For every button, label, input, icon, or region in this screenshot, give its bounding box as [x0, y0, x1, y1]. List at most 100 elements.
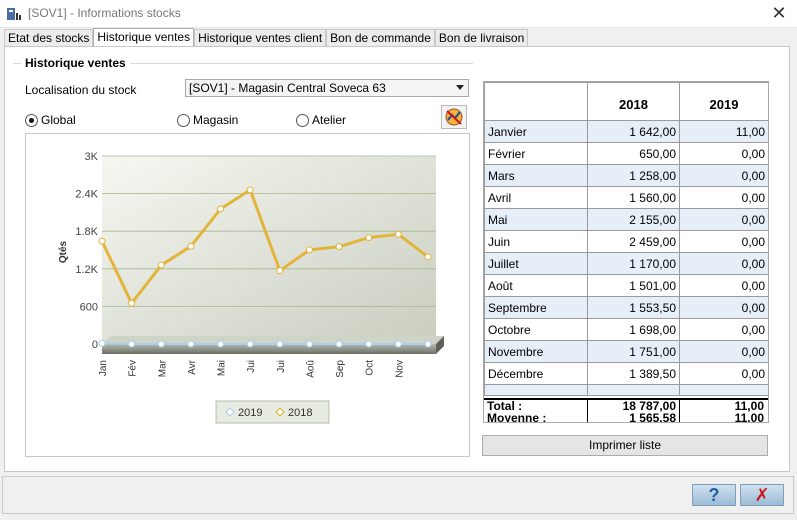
- cell-2018: 1 501,00: [587, 274, 680, 297]
- location-select[interactable]: [SOV1] - Magasin Central Soveca 63: [185, 79, 469, 97]
- cell-2018: 1 751,00: [587, 340, 680, 363]
- cell-month: Juillet: [484, 252, 588, 275]
- average-2018: 1 565,58: [629, 411, 676, 423]
- table-row[interactable]: Octobre 1 698,00 0,00: [484, 318, 768, 341]
- table-header-month: [484, 82, 588, 121]
- x-tick-label: Jui: [246, 360, 257, 373]
- y-tick-label: 0: [92, 339, 98, 351]
- average-label: Moyenne :: [487, 411, 547, 423]
- plot-floor: [102, 344, 436, 354]
- tab-bon-commande[interactable]: Bon de commande: [326, 29, 435, 46]
- cell-2019: 0,00: [679, 164, 768, 187]
- table-row[interactable]: Janvier 1 642,00 11,00: [484, 120, 768, 143]
- bottom-bar: [2, 476, 794, 514]
- cell-2018: 2 459,00: [587, 230, 680, 253]
- cell-month: Mai: [484, 208, 588, 231]
- cell-2018: 650,00: [587, 142, 680, 165]
- radio-magasin[interactable]: Magasin: [177, 113, 238, 127]
- print-list-button[interactable]: Imprimer liste: [482, 435, 768, 456]
- cell-month: Avril: [484, 186, 588, 209]
- table-row[interactable]: Septembre 1 553,50 0,00: [484, 296, 768, 319]
- radio-global[interactable]: Global: [25, 113, 76, 127]
- table-row-blank: [484, 384, 768, 396]
- series-2018-point: [157, 261, 165, 269]
- table-row[interactable]: Novembre 1 751,00 0,00: [484, 340, 768, 363]
- cell-month: Juin: [484, 230, 588, 253]
- series-2019-line: [101, 342, 428, 345]
- table-header-2019: 2019: [679, 82, 768, 121]
- table-row[interactable]: Février 650,00 0,00: [484, 142, 768, 165]
- x-tick-label: Avr: [187, 359, 198, 374]
- series-2018-point: [335, 243, 343, 251]
- tab-historique-ventes-client[interactable]: Historique ventes client: [194, 29, 327, 46]
- x-tick-label: Oct: [365, 360, 376, 376]
- sales-line-chart: 0 600 1.2K 1.8K 2.4K 3K Jan Fév Mar Avr Mai Jui Jui…: [58, 151, 444, 424]
- app-icon: [7, 8, 21, 20]
- series-2019-point: [394, 340, 402, 348]
- table-row[interactable]: Août 1 501,00 0,00: [484, 274, 768, 297]
- cancel-button[interactable]: ✗: [740, 484, 784, 506]
- cell-2018: 1 560,00: [587, 186, 680, 209]
- cell-2019: 0,00: [679, 230, 768, 253]
- cell-2019: 0,00: [679, 296, 768, 319]
- x-tick-label: Mar: [157, 359, 168, 377]
- table-row[interactable]: Mai 2 155,00 0,00: [484, 208, 768, 231]
- radio-label: Global: [41, 113, 76, 127]
- radio-dot[interactable]: [25, 113, 38, 127]
- series-2019-point: [335, 340, 343, 348]
- cell-2018: 2 155,00: [587, 208, 680, 231]
- x-tick-label: Fév: [128, 360, 139, 377]
- series-2018-point: [187, 242, 195, 250]
- cell-2019: 0,00: [679, 318, 768, 341]
- cell-2018: 1 698,00: [587, 318, 680, 341]
- sales-table: 2018 2019 Janvier 1 642,00 11,00 Février 650…: [483, 81, 769, 423]
- chart-options-button[interactable]: [441, 105, 467, 129]
- series-2019-point: [128, 340, 136, 348]
- radio-atelier[interactable]: Atelier: [296, 113, 346, 127]
- table-header-2018: 2018: [587, 82, 680, 121]
- x-tick-label: Jui: [276, 360, 287, 373]
- series-2019-point: [246, 340, 254, 348]
- location-label: Localisation du stock: [25, 83, 137, 97]
- series-2018-point: [217, 205, 225, 213]
- table-row[interactable]: Juin 2 459,00 0,00: [484, 230, 768, 253]
- legend-label: 2018: [288, 407, 312, 419]
- radio-label: Magasin: [193, 113, 239, 127]
- x-tick-label: Sep: [335, 360, 346, 378]
- table-row[interactable]: Décembre 1 389,50 0,00: [484, 362, 768, 385]
- table-row[interactable]: Mars 1 258,00 0,00: [484, 164, 768, 187]
- series-2018-point: [394, 230, 402, 238]
- table-row[interactable]: Juillet 1 170,00 0,00: [484, 252, 768, 275]
- tab-bon-livraison[interactable]: Bon de livraison: [434, 29, 529, 46]
- cell-2019: 0,00: [679, 142, 768, 165]
- series-2019-point: [365, 340, 373, 348]
- series-2018-point: [365, 234, 373, 242]
- average-row: Moyenne : 1 565,58 11,00: [484, 411, 768, 423]
- cell-month: Janvier: [484, 120, 588, 143]
- cell-2019: 0,00: [679, 362, 768, 385]
- series-2019-point: [305, 340, 313, 348]
- y-tick-label: 600: [80, 301, 98, 313]
- tab-etat-stocks[interactable]: Etat des stocks: [4, 29, 94, 46]
- series-2018-point: [276, 267, 284, 275]
- series-2019-point: [276, 340, 284, 348]
- tab-historique-ventes[interactable]: Historique ventes: [93, 28, 195, 46]
- series-2019-point: [187, 340, 195, 348]
- cell-2019: 0,00: [679, 186, 768, 209]
- help-button[interactable]: ?: [692, 484, 736, 506]
- section-title: Historique ventes: [21, 56, 130, 70]
- cell-month: Août: [484, 274, 588, 297]
- radio-dot[interactable]: [177, 113, 190, 127]
- tab-panel: Historique ventes Localisation du stock …: [4, 46, 790, 472]
- series-2018-point: [424, 253, 432, 261]
- series-2019-point: [217, 340, 225, 348]
- series-2018-point: [98, 237, 106, 245]
- table-row[interactable]: Avril 1 560,00 0,00: [484, 186, 768, 209]
- tab-strip: Etat des stocks Historique ventes Histor…: [4, 28, 529, 46]
- series-2018-point: [305, 246, 313, 254]
- radio-dot[interactable]: [296, 113, 309, 127]
- location-value: [SOV1] - Magasin Central Soveca 63: [189, 81, 386, 95]
- cell-blank: [679, 384, 768, 396]
- legend-label: 2019: [238, 407, 262, 419]
- close-icon[interactable]: ✕: [769, 3, 789, 23]
